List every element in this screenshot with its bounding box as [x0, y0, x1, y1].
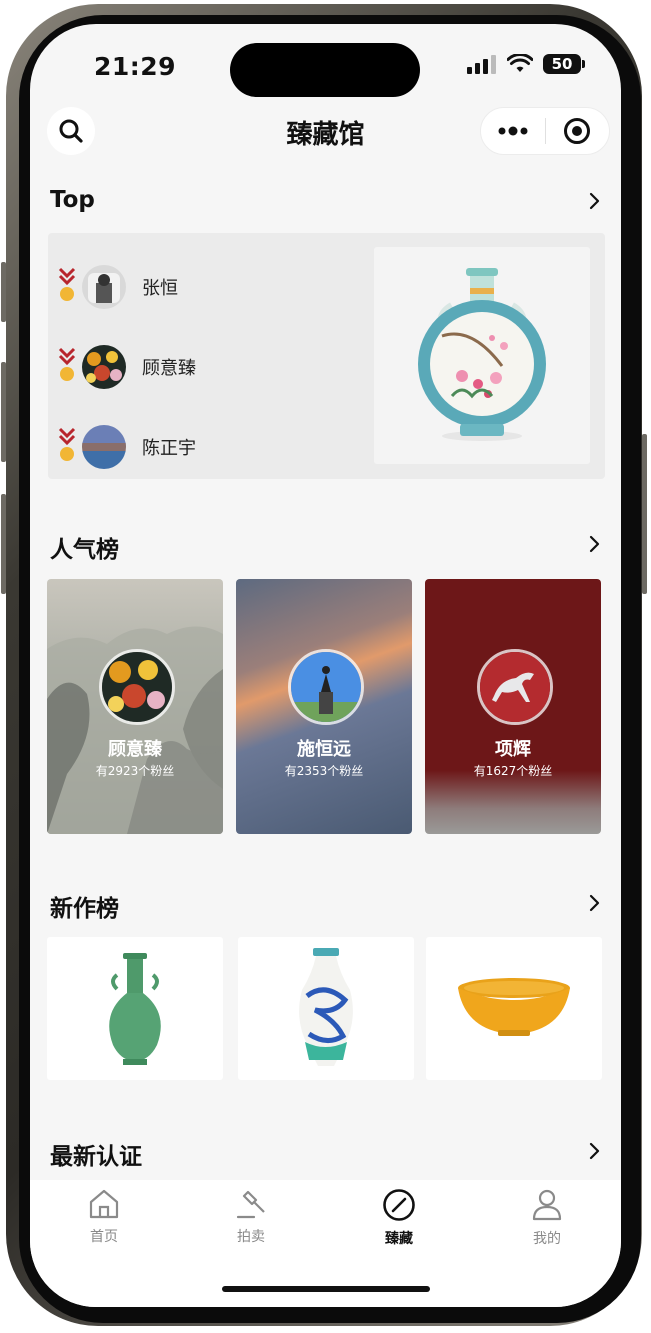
top-more-button[interactable]: [585, 191, 605, 211]
popular-card[interactable]: 施恒远 有2353个粉丝: [236, 579, 412, 834]
popular-more-button[interactable]: [585, 534, 605, 554]
battery-level: 50: [551, 55, 573, 73]
tab-label: 首页: [90, 1229, 118, 1245]
compass-icon: [383, 1189, 415, 1221]
profile-icon: [532, 1189, 562, 1221]
avatar: [82, 425, 126, 469]
popular-name: 顾意臻: [108, 739, 162, 760]
dragon-vase-image: [299, 947, 353, 1066]
top-ranking-panel[interactable]: 张恒 顾意臻 陈正宇: [48, 233, 605, 479]
popular-section-title: 人气榜: [50, 537, 119, 563]
rank-name: 张恒: [142, 278, 178, 299]
tab-auction[interactable]: 拍卖: [191, 1188, 311, 1246]
popular-avatar: [477, 649, 553, 725]
new-works-section-title: 新作榜: [50, 896, 119, 922]
new-works-more-button[interactable]: [585, 893, 605, 913]
popular-card[interactable]: 项辉 有1627个粉丝: [425, 579, 601, 834]
popular-name: 项辉: [495, 739, 531, 760]
rank-row[interactable]: 张恒: [58, 262, 178, 312]
top-section-title: Top: [50, 187, 95, 213]
rank-name: 顾意臻: [142, 358, 196, 379]
chevron-right-icon: [589, 535, 600, 553]
home-icon: [89, 1189, 119, 1219]
avatar: [82, 265, 126, 309]
latest-cert-section-title: 最新认证: [50, 1144, 142, 1170]
rank-row[interactable]: 顾意臻: [58, 342, 196, 392]
popular-name: 施恒远: [297, 739, 351, 760]
latest-cert-more-button[interactable]: [585, 1141, 605, 1161]
rank-name: 陈正宇: [142, 438, 196, 459]
top-artwork-image[interactable]: [374, 247, 590, 464]
tab-profile[interactable]: 我的: [487, 1188, 607, 1248]
medal-icon: [58, 267, 76, 307]
gavel-icon: [236, 1190, 265, 1219]
popular-fans: 有2923个粉丝: [95, 764, 175, 778]
volume-down-button: [1, 494, 6, 594]
popular-fans: 有1627个粉丝: [473, 764, 553, 778]
tab-collection[interactable]: 臻藏: [339, 1188, 459, 1248]
medal-icon: [58, 427, 76, 467]
popular-avatar: [288, 649, 364, 725]
dynamic-island: [230, 43, 420, 97]
action-button: [1, 262, 6, 322]
chevron-right-icon: [589, 192, 600, 210]
chevron-right-icon: [589, 894, 600, 912]
tab-home[interactable]: 首页: [44, 1188, 164, 1246]
rank-row[interactable]: 陈正宇: [58, 422, 196, 472]
status-time: 21:29: [94, 52, 177, 81]
miniprogram-capsule: [480, 107, 610, 155]
more-dots-icon: [498, 126, 528, 136]
popular-avatar: [99, 649, 175, 725]
tab-label: 拍卖: [237, 1229, 265, 1245]
moon-flask-vase-image: [418, 267, 546, 441]
target-circle-icon: [564, 118, 591, 144]
more-button[interactable]: [481, 108, 545, 154]
celadon-vase-image: [109, 952, 161, 1065]
popular-card[interactable]: 顾意臻 有2923个粉丝: [47, 579, 223, 834]
signal-icon: [467, 55, 496, 74]
avatar: [82, 345, 126, 389]
new-work-card[interactable]: [426, 937, 602, 1080]
status-icons: 50: [467, 54, 585, 74]
chevron-right-icon: [589, 1142, 600, 1160]
yellow-bowl-image: [458, 977, 570, 1036]
volume-up-button: [1, 362, 6, 462]
wifi-icon: [507, 54, 533, 72]
tab-label: 我的: [533, 1231, 561, 1247]
battery-indicator: 50: [543, 54, 585, 74]
new-work-card[interactable]: [47, 937, 223, 1080]
power-button: [642, 434, 647, 594]
home-indicator: [222, 1286, 430, 1292]
tab-label: 臻藏: [385, 1231, 413, 1247]
medal-icon: [58, 347, 76, 387]
close-miniprogram-button[interactable]: [546, 108, 610, 154]
popular-fans: 有2353个粉丝: [284, 764, 364, 778]
new-work-card[interactable]: [238, 937, 414, 1080]
app-screen: 21:29 50 臻藏馆 Top 张恒 顾意臻 陈正宇 人气榜 顾意臻 有292…: [30, 24, 621, 1307]
navbar: 臻藏馆: [30, 104, 621, 160]
